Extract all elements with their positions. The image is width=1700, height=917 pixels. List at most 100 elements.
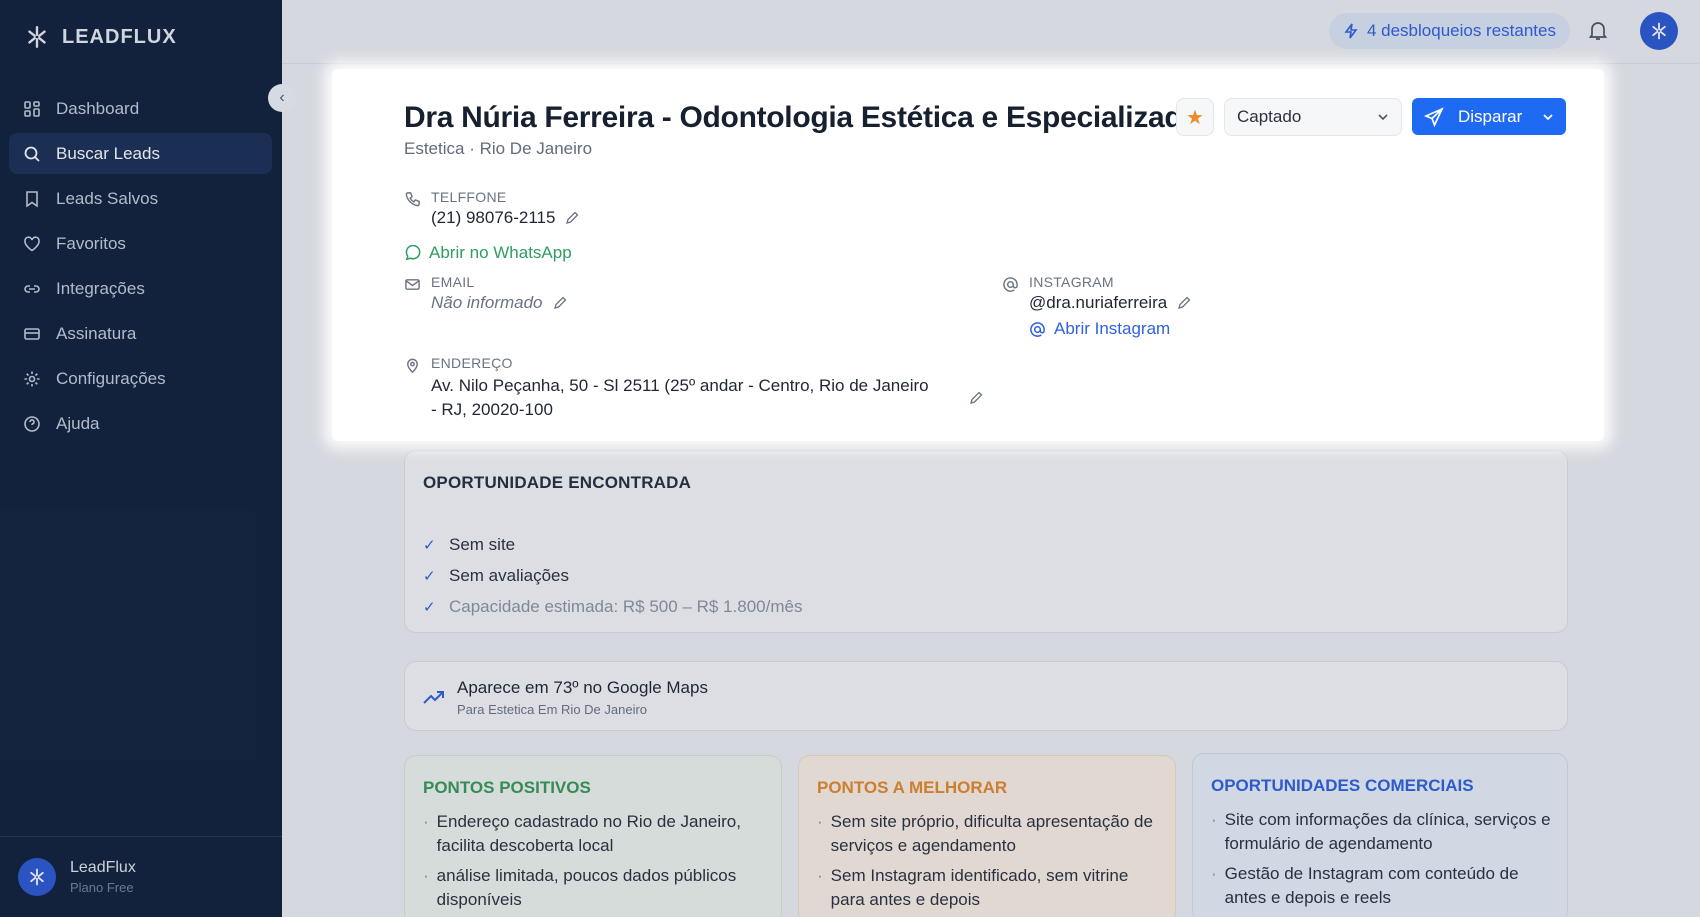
- sidebar-item-ajuda[interactable]: Ajuda: [9, 403, 272, 444]
- ranking-card: Aparece em 73º no Google Maps Para Estet…: [404, 661, 1568, 731]
- list-item-text: Endereço cadastrado no Rio de Janeiro, f…: [436, 812, 741, 855]
- chevron-down-icon: [1543, 113, 1553, 120]
- positive-points-card: PONTOS POSITIVOS · Endereço cadastrado no…: [404, 755, 782, 917]
- pencil-icon[interactable]: [553, 296, 567, 310]
- status-value: Captado: [1237, 107, 1302, 126]
- unlocks-text: 4 desbloqueios restantes: [1366, 21, 1556, 40]
- list-item-text: Gestão de Instagram com conteúdo de ante…: [1224, 864, 1519, 907]
- pencil-icon[interactable]: [565, 211, 579, 225]
- brand-name: LEADFLUX: [62, 25, 177, 48]
- whatsapp-link[interactable]: Abrir no WhatsApp: [404, 243, 572, 263]
- phone-label: TELFFONE: [431, 189, 507, 205]
- account-summary[interactable]: LeadFlux Plano Free: [0, 836, 282, 917]
- at-sign-icon: [1003, 277, 1018, 292]
- sidebar-item-label: Buscar Leads: [56, 143, 160, 163]
- list-item: · análise limitada, poucos dados públicos…: [423, 864, 765, 912]
- sidebar-item-label: Assinatura: [56, 323, 137, 343]
- status-select[interactable]: Captado: [1224, 98, 1402, 136]
- grid-icon: [23, 100, 41, 118]
- bookmark-icon: [23, 190, 41, 208]
- logo-icon: [28, 26, 46, 48]
- send-icon: [1424, 106, 1444, 127]
- email-field: EMAIL Não informado: [404, 274, 567, 313]
- unlocks-badge[interactable]: 4 desbloqueios restantes: [1328, 13, 1570, 49]
- logo-icon: [1652, 22, 1666, 40]
- phone-icon: [405, 192, 420, 207]
- lead-detail-card: Dra Núria Ferreira - Odontologia Estétic…: [332, 69, 1604, 441]
- sidebar-item-label: Leads Salvos: [56, 188, 159, 208]
- list-item-text: Site com informações da clínica, serviço…: [1224, 810, 1551, 853]
- commercial-opportunities-title: OPORTUNIDADES COMERCIAIS: [1211, 776, 1474, 795]
- address-value: Av. Nilo Peçanha, 50 - Sl 2511 (25º anda…: [431, 376, 929, 419]
- sidebar-item-assinatura[interactable]: Assinatura: [9, 313, 272, 354]
- instagram-link[interactable]: Abrir Instagram: [1029, 319, 1191, 339]
- sidebar-item-configuracoes[interactable]: Configurações: [9, 358, 272, 399]
- sidebar-item-label: Dashboard: [56, 98, 140, 118]
- link-icon: [23, 280, 41, 298]
- email-label: EMAIL: [431, 274, 475, 290]
- opportunity-list: ✓ Sem site ✓ Sem avaliações ✓ Capacidade es…: [423, 529, 802, 622]
- commercial-opportunities-card: OPORTUNIDADES COMERCIAIS · Site com infor…: [1192, 753, 1568, 917]
- map-pin-icon: [407, 358, 418, 374]
- heart-icon: [23, 235, 41, 253]
- check-icon: ✓: [423, 536, 436, 554]
- chevron-left-icon: ‹: [279, 89, 285, 106]
- lead-subtitle: Estetica · Rio De Janeiro: [404, 139, 593, 158]
- sidebar-item-label: Configurações: [56, 368, 166, 388]
- positive-points-title: PONTOS POSITIVOS: [423, 778, 591, 797]
- list-item: ✓ Sem avaliações: [423, 560, 802, 591]
- address-label: ENDEREÇO: [431, 355, 513, 371]
- sidebar-item-buscar-leads[interactable]: Buscar Leads: [9, 133, 272, 174]
- opportunity-card: OPORTUNIDADE ENCONTRADA ✓ Sem site ✓ Sem a…: [404, 450, 1568, 633]
- at-sign-icon: [1030, 321, 1045, 337]
- list-item: · Site com informações da clínica, serviç…: [1211, 808, 1551, 856]
- phone-value: (21) 98076-2115: [431, 208, 556, 227]
- list-item: ✓ Capacidade estimada: R$ 500 – R$ 1.800/…: [423, 591, 802, 622]
- email-value: Não informado: [431, 293, 543, 312]
- list-item: · Sem site próprio, dificulta apresentaçã…: [817, 810, 1159, 858]
- star-icon: ★: [1186, 106, 1204, 129]
- pencil-icon[interactable]: [1177, 296, 1191, 310]
- favorite-button[interactable]: ★: [1176, 98, 1214, 136]
- whatsapp-link-text: Abrir no WhatsApp: [429, 243, 572, 262]
- sidebar-item-label: Favoritos: [56, 233, 126, 253]
- list-item-text: Sem avaliações: [449, 565, 570, 585]
- sidebar-item-dashboard[interactable]: Dashboard: [9, 88, 272, 129]
- card-icon: [23, 325, 41, 343]
- sidebar-item-leads-salvos[interactable]: Leads Salvos: [9, 178, 272, 219]
- instagram-label: INSTAGRAM: [1029, 274, 1114, 290]
- list-item-text: análise limitada, poucos dados públicos …: [436, 866, 737, 909]
- address-field: ENDEREÇO Av. Nilo Peçanha, 50 - Sl 2511 …: [404, 355, 983, 422]
- phone-value-row: (21) 98076-2115: [431, 208, 579, 228]
- improvement-points-card: PONTOS A MELHORAR · Sem site próprio, dif…: [798, 755, 1176, 917]
- sidebar: LEADFLUX Dashboard Buscar Leads Leads Sa…: [0, 0, 282, 917]
- instagram-value-row: @dra.nuriaferreira: [1029, 293, 1191, 313]
- instagram-link-text: Abrir Instagram: [1054, 319, 1171, 338]
- sidebar-item-label: Integrações: [56, 278, 145, 298]
- list-item-text: Sem site: [449, 534, 516, 554]
- mail-icon: [405, 279, 420, 290]
- collapse-sidebar-button[interactable]: ‹: [268, 84, 296, 112]
- ranking-subtitle: Para Estetica Em Rio De Janeiro: [457, 702, 648, 717]
- account-plan: Plano Free: [70, 880, 134, 895]
- bolt-icon: [1344, 23, 1358, 39]
- phone-field: TELFFONE (21) 98076-2115: [404, 189, 579, 228]
- sidebar-item-favoritos[interactable]: Favoritos: [9, 223, 272, 264]
- user-avatar[interactable]: [1640, 12, 1678, 50]
- list-item-text: Sem Instagram identificado, sem vitrine …: [830, 866, 1129, 909]
- send-button-label: Disparar: [1458, 106, 1523, 126]
- sidebar-item-label: Ajuda: [56, 413, 100, 433]
- chat-bubble-icon: [405, 244, 421, 260]
- address-value-row: Av. Nilo Peçanha, 50 - Sl 2511 (25º anda…: [431, 374, 983, 422]
- help-icon: [23, 415, 41, 433]
- opportunity-title: OPORTUNIDADE ENCONTRADA: [423, 473, 692, 492]
- brand-logo[interactable]: LEADFLUX: [24, 24, 177, 50]
- chevron-down-icon: [1378, 114, 1388, 121]
- send-button[interactable]: Disparar: [1412, 98, 1566, 135]
- ranking-title: Aparece em 73º no Google Maps: [457, 678, 708, 697]
- sidebar-item-integracoes[interactable]: Integrações: [9, 268, 272, 309]
- pencil-icon[interactable]: [969, 391, 983, 405]
- bell-icon[interactable]: [1586, 18, 1610, 42]
- improvement-points-title: PONTOS A MELHORAR: [817, 778, 1008, 797]
- search-icon: [23, 145, 41, 163]
